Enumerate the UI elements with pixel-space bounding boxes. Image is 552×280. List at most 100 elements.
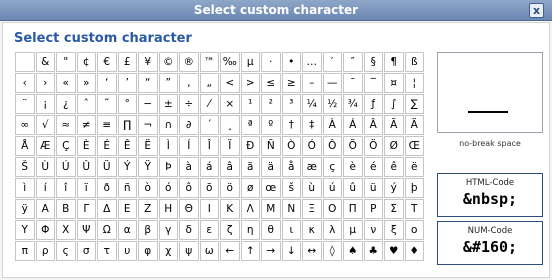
character-cell[interactable]: ¬ [138,115,158,135]
character-cell[interactable]: Ï [220,136,240,156]
character-cell[interactable]: ↔ [302,241,322,261]
character-cell[interactable]: þ [404,178,424,198]
character-cell[interactable]: á [199,157,219,177]
character-cell[interactable]: õ [199,178,219,198]
character-cell[interactable]: ê [384,157,404,177]
character-cell[interactable]: ν [363,220,383,240]
character-cell[interactable]: Ý [117,157,137,177]
character-cell[interactable]: ↑ [240,241,260,261]
character-cell[interactable]: ± [158,94,178,114]
character-cell[interactable]: Η [158,199,178,219]
character-cell[interactable]: ◊ [322,241,342,261]
character-cell[interactable]: ö [220,178,240,198]
character-cell[interactable]: š [281,178,301,198]
character-cell[interactable]: ♣ [363,241,383,261]
character-cell[interactable]: ≈ [56,115,76,135]
character-cell[interactable]: < [220,73,240,93]
character-cell[interactable]: Θ [179,199,199,219]
character-cell[interactable]: σ [76,241,96,261]
character-cell[interactable]: È [76,136,96,156]
character-cell[interactable]: ρ [35,241,55,261]
character-cell[interactable]: Ψ [76,220,96,240]
character-cell[interactable]: Κ [220,199,240,219]
character-cell[interactable]: Ο [322,199,342,219]
character-cell[interactable]: ∑ [404,94,424,114]
character-cell[interactable]: Ξ [302,199,322,219]
character-cell[interactable]: ™ [199,52,219,72]
character-cell[interactable]: ” [158,73,178,93]
character-cell[interactable]: Ç [56,136,76,156]
character-cell[interactable]: Χ [56,220,76,240]
character-cell[interactable]: φ [138,241,158,261]
character-cell[interactable]: π [15,241,35,261]
character-cell[interactable]: • [281,52,301,72]
character-cell[interactable]: ˆ [76,94,96,114]
character-cell[interactable]: ä [261,157,281,177]
character-cell[interactable]: Γ [76,199,96,219]
character-cell[interactable]: ∏ [117,115,137,135]
character-cell[interactable]: Ô [322,136,342,156]
character-cell[interactable]: » [76,73,96,93]
character-cell[interactable]: ã [240,157,260,177]
character-cell[interactable]: Ó [302,136,322,156]
character-cell[interactable]: ‚ [179,73,199,93]
character-cell[interactable]: γ [158,220,178,240]
close-button[interactable]: x [529,3,544,18]
character-cell[interactable]: α [117,220,137,240]
character-cell[interactable]: ¥ [138,52,158,72]
character-cell[interactable]: · [261,52,281,72]
character-cell[interactable]: → [261,241,281,261]
character-cell[interactable]: " [56,52,76,72]
character-cell[interactable]: ς [56,241,76,261]
character-cell[interactable]: í [35,178,55,198]
character-cell[interactable]: ô [179,178,199,198]
character-cell[interactable]: ° [117,94,137,114]
character-cell[interactable]: ¸ [220,115,240,135]
character-cell[interactable]: ι [281,220,301,240]
character-cell[interactable]: Ε [117,199,137,219]
character-cell[interactable]: ó [158,178,178,198]
character-cell[interactable]: © [158,52,178,72]
character-cell[interactable]: η [240,220,260,240]
character-cell[interactable]: Ì [158,136,178,156]
character-cell[interactable]: ∞ [15,115,35,135]
character-cell[interactable]: ↓ [281,241,301,261]
character-cell[interactable]: Ι [199,199,219,219]
character-cell[interactable]: ß [404,52,424,72]
character-cell[interactable]: œ [261,178,281,198]
character-cell[interactable]: ‹ [15,73,35,93]
character-cell[interactable]: Μ [261,199,281,219]
character-cell[interactable]: ƒ [363,94,383,114]
character-cell[interactable]: Τ [404,199,424,219]
character-cell[interactable]: Â [363,115,383,135]
character-cell[interactable]: Ä [404,115,424,135]
character-cell[interactable]: Ÿ [138,157,158,177]
character-cell[interactable]: … [302,52,322,72]
character-cell[interactable]: ≥ [281,73,301,93]
character-cell[interactable]: Æ [35,136,55,156]
character-cell[interactable]: ′ [322,52,342,72]
character-cell[interactable]: ≤ [261,73,281,93]
character-cell[interactable]: ♠ [343,241,363,261]
character-cell[interactable]: ï [76,178,96,198]
character-cell[interactable]: β [138,220,158,240]
character-cell[interactable]: — [322,73,342,93]
character-cell[interactable]: μ [343,220,363,240]
character-cell[interactable]: Ρ [363,199,383,219]
character-cell[interactable]: û [343,178,363,198]
character-cell[interactable]: κ [302,220,322,240]
character-cell[interactable]: ½ [322,94,342,114]
character-cell[interactable]: € [97,52,117,72]
character-cell[interactable]: ’ [117,73,137,93]
character-cell[interactable]: > [240,73,260,93]
character-cell[interactable]: ð [97,178,117,198]
character-cell[interactable]: ″ [343,52,363,72]
character-cell[interactable]: δ [179,220,199,240]
character-cell[interactable]: τ [97,241,117,261]
character-cell[interactable]: ˜ [97,94,117,114]
character-cell[interactable]: ÿ [15,199,35,219]
character-cell[interactable]: ò [138,178,158,198]
character-cell[interactable]: Š [15,157,35,177]
character-cell[interactable]: › [35,73,55,93]
character-cell[interactable]: ¾ [343,94,363,114]
